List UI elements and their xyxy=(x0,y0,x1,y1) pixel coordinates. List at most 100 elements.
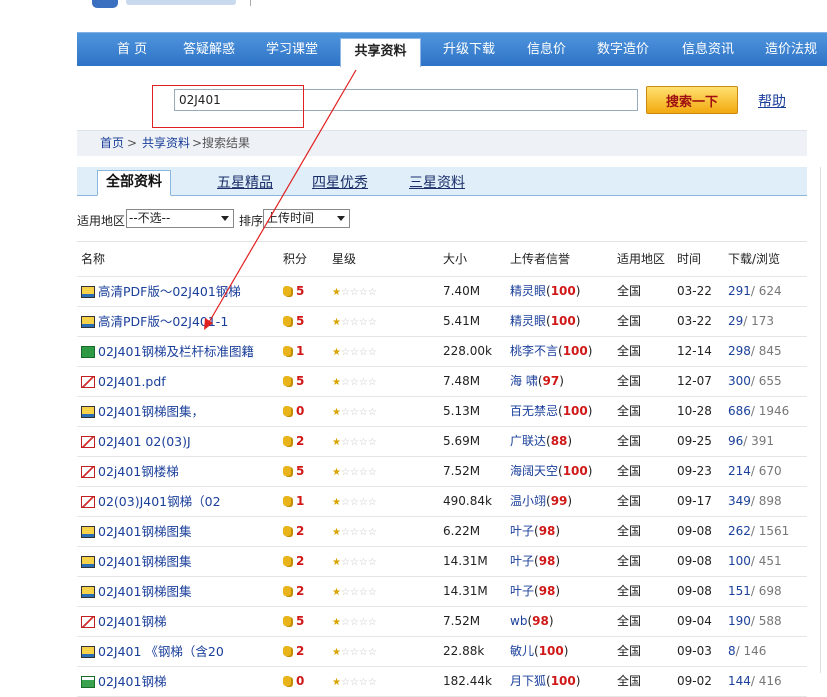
file-name-link[interactable]: 高清PDF版～02J401-1 xyxy=(98,314,228,329)
download-count[interactable]: 214 xyxy=(728,464,751,478)
file-name-link[interactable]: 02J401钢梯图集 xyxy=(98,554,191,569)
uploader-link[interactable]: 海 啸 xyxy=(510,374,538,388)
area-value: 全国 xyxy=(617,614,642,628)
download-count[interactable]: 8 xyxy=(728,644,736,658)
uploader-link[interactable]: 广联达 xyxy=(510,434,546,448)
download-count[interactable]: 96 xyxy=(728,434,743,448)
tab-four-star[interactable]: 四星优秀 xyxy=(312,172,368,192)
sort-label: 排序 xyxy=(239,214,264,228)
breadcrumb-shared-materials[interactable]: 共享资料 xyxy=(142,131,190,156)
size-value: 5.13M xyxy=(443,404,481,418)
file-name-link[interactable]: 02J401钢梯图集， xyxy=(98,404,204,419)
download-count[interactable]: 262 xyxy=(728,524,751,538)
uploader-cell: 叶子(98) xyxy=(510,547,615,576)
time-value: 09-03 xyxy=(677,644,712,658)
download-count[interactable]: 300 xyxy=(728,374,751,388)
uploader-link[interactable]: 月下狐 xyxy=(510,674,546,688)
score-cell: 2 xyxy=(283,517,323,546)
search-button[interactable]: 搜索一下 xyxy=(646,86,738,114)
file-name-link[interactable]: 02J401钢梯图集 xyxy=(98,584,191,599)
view-count: / 1561 xyxy=(750,524,790,538)
table-row: 02(03)J401钢梯（02 1 ★☆☆☆☆ 490.84k 温小翊(99) … xyxy=(77,487,807,517)
downloads-cell: 262/ 1561 xyxy=(728,517,808,546)
uploader-link[interactable]: 叶子 xyxy=(510,524,534,538)
file-name-link[interactable]: 02(03)J401钢梯（02 xyxy=(98,494,221,509)
file-name-link[interactable]: 02J401钢梯 xyxy=(98,674,166,689)
site-logo[interactable] xyxy=(92,0,118,8)
breadcrumb: 首页 > 共享资料 >搜索结果 xyxy=(77,130,807,156)
breadcrumb-home[interactable]: 首页 xyxy=(100,131,124,156)
view-count: / 173 xyxy=(743,314,775,328)
area-value: 全国 xyxy=(617,284,642,298)
file-name-link[interactable]: 02J401钢梯 xyxy=(98,614,166,629)
uploader-link[interactable]: 温小翊 xyxy=(510,494,546,508)
nav-shared-materials[interactable]: 共享资料 xyxy=(340,38,421,67)
downloads-cell: 29/ 173 xyxy=(728,307,808,336)
credit-paren-close: ) xyxy=(548,614,554,628)
uploader-cell: 敏儿(100) xyxy=(510,637,615,666)
table-row: 02j401钢楼梯 5 ★☆☆☆☆ 7.52M 海阔天空(100) 全国 09-… xyxy=(77,457,807,487)
nav-regulations[interactable]: 造价法规 xyxy=(765,33,817,66)
star-rating: ★☆☆☆☆ xyxy=(332,337,402,367)
file-name-cell: 02J401钢梯图集 xyxy=(81,517,276,547)
download-count[interactable]: 100 xyxy=(728,554,751,568)
credit-value: 98 xyxy=(532,614,549,628)
uploader-link[interactable]: 海阔天空 xyxy=(510,464,558,478)
downloads-cell: 300/ 655 xyxy=(728,367,808,396)
uploader-cell: 百无禁忌(100) xyxy=(510,397,615,426)
pdf-file-icon xyxy=(81,376,95,388)
download-count[interactable]: 29 xyxy=(728,314,743,328)
credit-paren-close: ) xyxy=(567,434,573,448)
credit-value: 88 xyxy=(550,434,568,448)
region-select[interactable]: --不选-- xyxy=(126,209,234,228)
uploader-link[interactable]: 敏儿 xyxy=(510,644,534,658)
score-value: 5 xyxy=(296,314,305,328)
tab-three-star[interactable]: 三星资料 xyxy=(409,172,465,192)
file-name-link[interactable]: 02J401.pdf xyxy=(98,374,166,389)
download-count[interactable]: 190 xyxy=(728,614,751,628)
tab-five-star[interactable]: 五星精品 xyxy=(217,172,273,192)
uploader-link[interactable]: 桃李不言 xyxy=(510,344,558,358)
uploader-link[interactable]: 精灵眼 xyxy=(510,284,546,298)
coin-icon xyxy=(283,286,291,296)
time-value: 09-08 xyxy=(677,584,712,598)
nav-qa[interactable]: 答疑解惑 xyxy=(183,33,235,66)
region-label: 适用地区 xyxy=(77,214,126,228)
star-rating: ★☆☆☆☆ xyxy=(332,577,402,607)
credit-paren-close: ) xyxy=(587,404,593,418)
nav-classroom[interactable]: 学习课堂 xyxy=(266,33,318,66)
download-count[interactable]: 686 xyxy=(728,404,751,418)
pdf-file-icon xyxy=(81,466,95,478)
help-link[interactable]: 帮助 xyxy=(758,91,786,111)
credit-value: 100 xyxy=(550,674,576,688)
file-name-link[interactable]: 02J401 《钢梯（含20 xyxy=(98,644,224,659)
file-name-link[interactable]: 高清PDF版～02J401钢梯 xyxy=(98,284,241,299)
download-count[interactable]: 298 xyxy=(728,344,751,358)
tab-all-materials[interactable]: 全部资料 xyxy=(97,170,171,196)
uploader-link[interactable]: 百无禁忌 xyxy=(510,404,558,418)
uploader-link[interactable]: 叶子 xyxy=(510,584,534,598)
doc-file-icon xyxy=(81,526,95,538)
download-count[interactable]: 291 xyxy=(728,284,751,298)
sort-select[interactable]: 上传时间 xyxy=(263,209,350,228)
doc-file-icon xyxy=(81,406,95,418)
score-cell: 5 xyxy=(283,307,323,336)
credit-paren-close: ) xyxy=(567,494,573,508)
file-name-link[interactable]: 02J401 02(03)J xyxy=(98,434,191,449)
uploader-link[interactable]: wb xyxy=(510,614,527,628)
download-count[interactable]: 349 xyxy=(728,494,751,508)
download-count[interactable]: 144 xyxy=(728,674,751,688)
uploader-link[interactable]: 精灵眼 xyxy=(510,314,546,328)
score-cell: 5 xyxy=(283,367,323,396)
nav-home[interactable]: 首 页 xyxy=(117,33,147,66)
nav-news[interactable]: 信息资讯 xyxy=(682,33,734,66)
file-name-link[interactable]: 02J401钢梯图集 xyxy=(98,524,191,539)
uploader-link[interactable]: 叶子 xyxy=(510,554,534,568)
file-name-link[interactable]: 02j401钢楼梯 xyxy=(98,464,179,479)
nav-info-price[interactable]: 信息价 xyxy=(527,33,566,66)
nav-upgrade-download[interactable]: 升级下载 xyxy=(443,33,495,66)
download-count[interactable]: 151 xyxy=(728,584,751,598)
file-name-link[interactable]: 02J401钢梯及栏杆标准图籍 xyxy=(98,344,254,359)
nav-digital-cost[interactable]: 数字造价 xyxy=(597,33,649,66)
credit-value: 100 xyxy=(550,314,576,328)
